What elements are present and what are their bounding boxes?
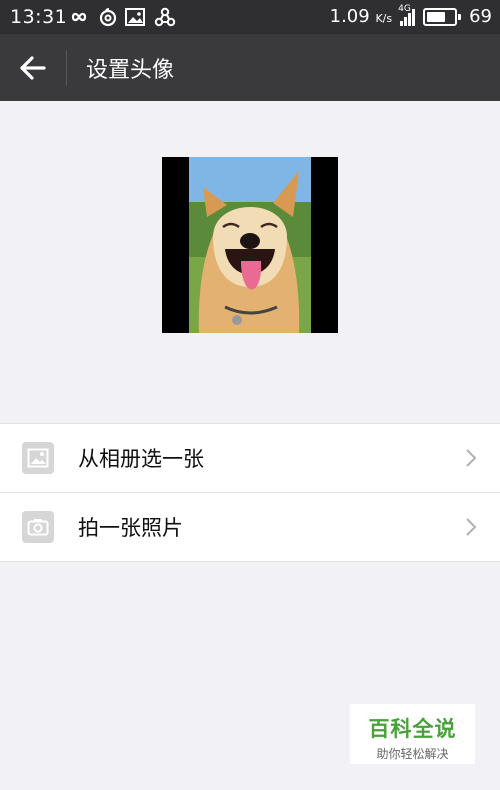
take-photo-option[interactable]: 拍一张照片 xyxy=(0,492,500,561)
battery-icon xyxy=(423,7,462,26)
chevron-right-icon xyxy=(466,518,477,536)
chevron-right-icon xyxy=(466,449,477,467)
watermark-subtitle: 助你轻松解决 xyxy=(376,747,449,761)
header-divider xyxy=(66,50,67,86)
share-link-icon xyxy=(154,6,176,28)
avatar-photo xyxy=(189,157,311,333)
album-icon xyxy=(22,442,54,474)
network-speed-unit: K/s xyxy=(375,12,393,25)
status-time: 13:31 xyxy=(10,6,68,28)
network-speed: 1.09 K/s xyxy=(329,6,393,27)
infinity-icon xyxy=(66,6,92,28)
page-title: 设置头像 xyxy=(86,58,175,83)
option-list: 从相册选一张 拍一张照片 xyxy=(0,423,500,562)
netease-music-icon xyxy=(98,6,118,28)
battery-percent: 69 xyxy=(469,6,492,27)
network-type: 4G xyxy=(398,3,411,14)
app-header: 设置头像 xyxy=(0,34,500,101)
watermark-title: 百科全说 xyxy=(368,717,457,741)
image-icon xyxy=(125,6,145,28)
avatar-preview xyxy=(162,157,338,333)
back-button[interactable] xyxy=(18,54,50,82)
choose-from-album-label: 从相册选一张 xyxy=(78,447,204,471)
watermark-logo: 百科全说 助你轻松解决 xyxy=(350,704,475,764)
take-photo-label: 拍一张照片 xyxy=(78,516,183,540)
signal-icon: 4G xyxy=(398,4,416,26)
status-bar: 13:31 1.09 K/s 4G 69 xyxy=(0,0,500,34)
camera-icon xyxy=(22,511,54,543)
choose-from-album-option[interactable]: 从相册选一张 xyxy=(0,424,500,492)
status-right-group: 1.09 K/s 4G 69 xyxy=(329,4,492,28)
back-arrow-icon xyxy=(20,56,46,80)
